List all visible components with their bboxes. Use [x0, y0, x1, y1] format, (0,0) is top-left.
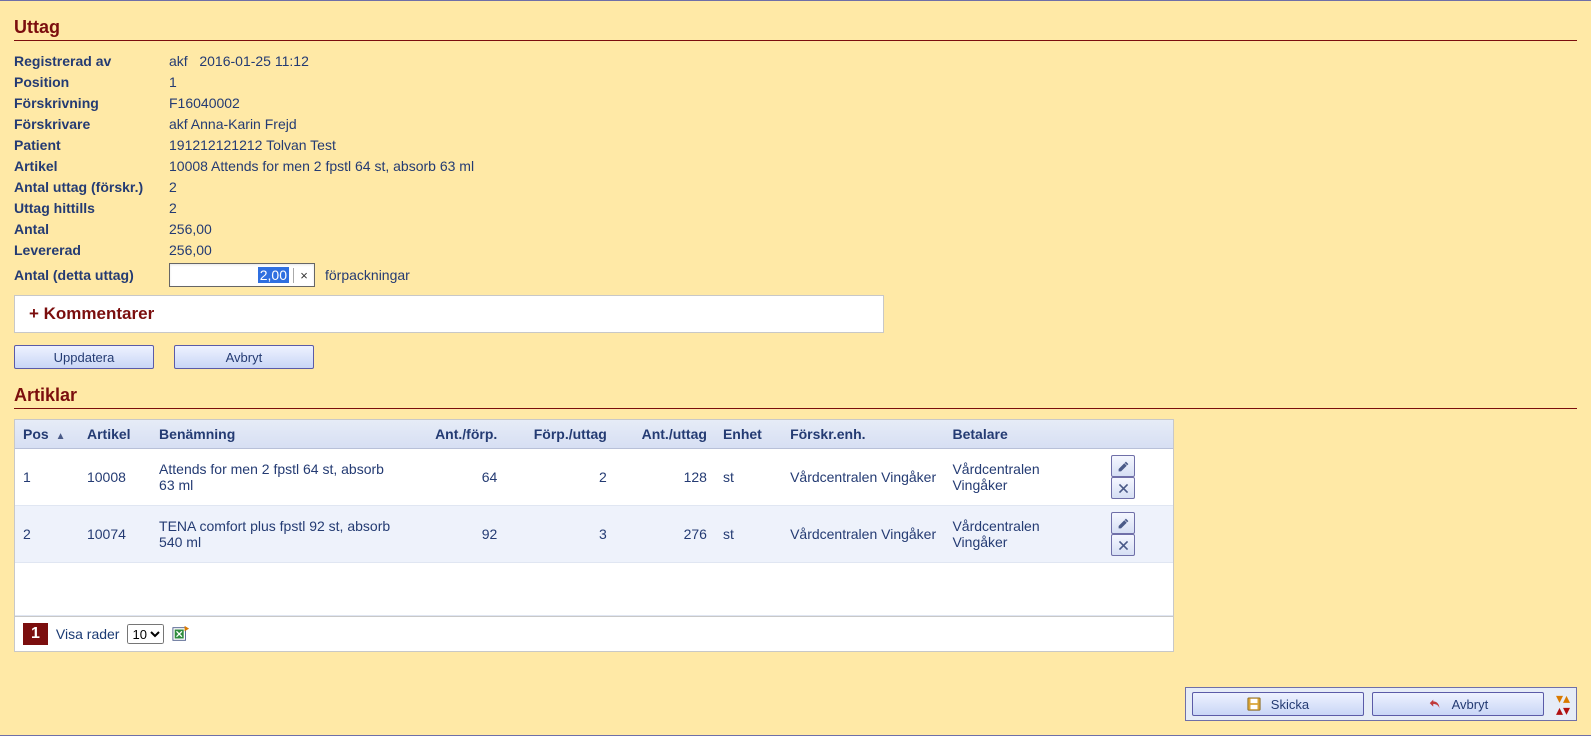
- skicka-label: Skicka: [1271, 697, 1309, 712]
- value-levererad: 256,00: [169, 242, 212, 258]
- cell-benamning: TENA comfort plus fpstl 92 st, absorb 54…: [151, 506, 406, 563]
- edit-row-button[interactable]: [1111, 512, 1135, 534]
- cell-forp-uttag: 2: [505, 449, 615, 506]
- delete-row-button[interactable]: [1111, 534, 1135, 556]
- cell-enhet: st: [715, 449, 782, 506]
- col-artikel[interactable]: Artikel: [79, 420, 151, 449]
- label-forskrivare: Förskrivare: [14, 116, 169, 132]
- value-forskrivning: F16040002: [169, 95, 240, 111]
- label-levererad: Levererad: [14, 242, 169, 258]
- cell-pos: 1: [15, 449, 79, 506]
- bottom-action-bar: Skicka Avbryt ▾▴ ▴▾: [1185, 687, 1577, 721]
- col-pos-label: Pos: [23, 426, 49, 442]
- cell-betalare: Vårdcentralen Vingåker: [944, 449, 1103, 506]
- cell-benamning: Attends for men 2 fpstl 64 st, absorb 63…: [151, 449, 406, 506]
- col-forskr-enh[interactable]: Förskr.enh.: [782, 420, 944, 449]
- table-row: 2 10074 TENA comfort plus fpstl 92 st, a…: [15, 506, 1173, 563]
- value-forskrivare: akf Anna-Karin Frejd: [169, 116, 297, 132]
- skicka-button[interactable]: Skicka: [1192, 692, 1364, 716]
- table-row: 1 10008 Attends for men 2 fpstl 64 st, a…: [15, 449, 1173, 506]
- delete-row-button[interactable]: [1111, 477, 1135, 499]
- export-excel-button[interactable]: [172, 625, 190, 643]
- pencil-icon: [1117, 517, 1130, 530]
- cell-forskr-enh: Vårdcentralen Vingåker: [782, 449, 944, 506]
- cell-ant-uttag: 276: [615, 506, 715, 563]
- table-blank-row: [15, 563, 1173, 616]
- section-title-artiklar: Artiklar: [14, 385, 1577, 409]
- sort-asc-icon: ▲: [56, 431, 66, 442]
- col-forp-uttag[interactable]: Förp./uttag: [505, 420, 615, 449]
- cell-artikel: 10008: [79, 449, 151, 506]
- visa-rader-select[interactable]: 10: [127, 624, 164, 644]
- col-ant-uttag[interactable]: Ant./uttag: [615, 420, 715, 449]
- avbryt-bottom-label: Avbryt: [1452, 697, 1489, 712]
- antal-detta-uttag-value: 2,00: [258, 267, 289, 283]
- col-actions: [1103, 420, 1173, 449]
- value-artikel: 10008 Attends for men 2 fpstl 64 st, abs…: [169, 158, 474, 174]
- close-icon: [1117, 482, 1130, 495]
- page-number-badge[interactable]: 1: [23, 623, 48, 645]
- cell-betalare: Vårdcentralen Vingåker: [944, 506, 1103, 563]
- close-icon: [1117, 539, 1130, 552]
- label-patient: Patient: [14, 137, 169, 153]
- cell-ant-forp: 92: [406, 506, 505, 563]
- col-enhet[interactable]: Enhet: [715, 420, 782, 449]
- cell-forp-uttag: 3: [505, 506, 615, 563]
- uppdatera-button[interactable]: Uppdatera: [14, 345, 154, 369]
- label-antal-detta-uttag: Antal (detta uttag): [14, 267, 169, 283]
- clear-input-button[interactable]: ×: [293, 268, 314, 283]
- expand-icon[interactable]: ▴▾: [1556, 705, 1570, 715]
- label-position: Position: [14, 74, 169, 90]
- save-icon: [1247, 697, 1261, 711]
- label-antal: Antal: [14, 221, 169, 237]
- section-title-uttag: Uttag: [14, 17, 1577, 41]
- col-betalare[interactable]: Betalare: [944, 420, 1103, 449]
- undo-icon: [1428, 697, 1442, 711]
- visa-rader-label: Visa rader: [56, 626, 120, 642]
- value-antal-uttag: 2: [169, 179, 177, 195]
- kommentarer-label: + Kommentarer: [29, 304, 154, 323]
- label-antal-uttag: Antal uttag (förskr.): [14, 179, 169, 195]
- cell-ant-forp: 64: [406, 449, 505, 506]
- value-uttag-hittills: 2: [169, 200, 177, 216]
- artiklar-table: Pos ▲ Artikel Benämning Ant./förp. Förp.…: [14, 419, 1174, 652]
- antal-detta-uttag-input[interactable]: 2,00 ×: [169, 263, 315, 287]
- value-patient: 191212121212 Tolvan Test: [169, 137, 336, 153]
- col-benamning[interactable]: Benämning: [151, 420, 406, 449]
- value-antal: 256,00: [169, 221, 212, 237]
- label-registrerad-av: Registrerad av: [14, 53, 169, 69]
- cell-ant-uttag: 128: [615, 449, 715, 506]
- avbryt-bottom-button[interactable]: Avbryt: [1372, 692, 1544, 716]
- cell-forskr-enh: Vårdcentralen Vingåker: [782, 506, 944, 563]
- col-pos[interactable]: Pos ▲: [15, 420, 79, 449]
- pencil-icon: [1117, 460, 1130, 473]
- value-registrerad-av-user: akf: [169, 53, 188, 69]
- cell-artikel: 10074: [79, 506, 151, 563]
- cell-pos: 2: [15, 506, 79, 563]
- label-artikel: Artikel: [14, 158, 169, 174]
- kommentarer-panel[interactable]: + Kommentarer: [14, 295, 884, 333]
- label-forskrivning: Förskrivning: [14, 95, 169, 111]
- label-uttag-hittills: Uttag hittills: [14, 200, 169, 216]
- edit-row-button[interactable]: [1111, 455, 1135, 477]
- antal-detta-uttag-unit: förpackningar: [325, 267, 410, 283]
- avbryt-button[interactable]: Avbryt: [174, 345, 314, 369]
- excel-icon: [172, 625, 190, 643]
- value-registrerad-av-ts: 2016-01-25 11:12: [199, 53, 309, 69]
- value-position: 1: [169, 74, 177, 90]
- col-ant-forp[interactable]: Ant./förp.: [406, 420, 505, 449]
- cell-enhet: st: [715, 506, 782, 563]
